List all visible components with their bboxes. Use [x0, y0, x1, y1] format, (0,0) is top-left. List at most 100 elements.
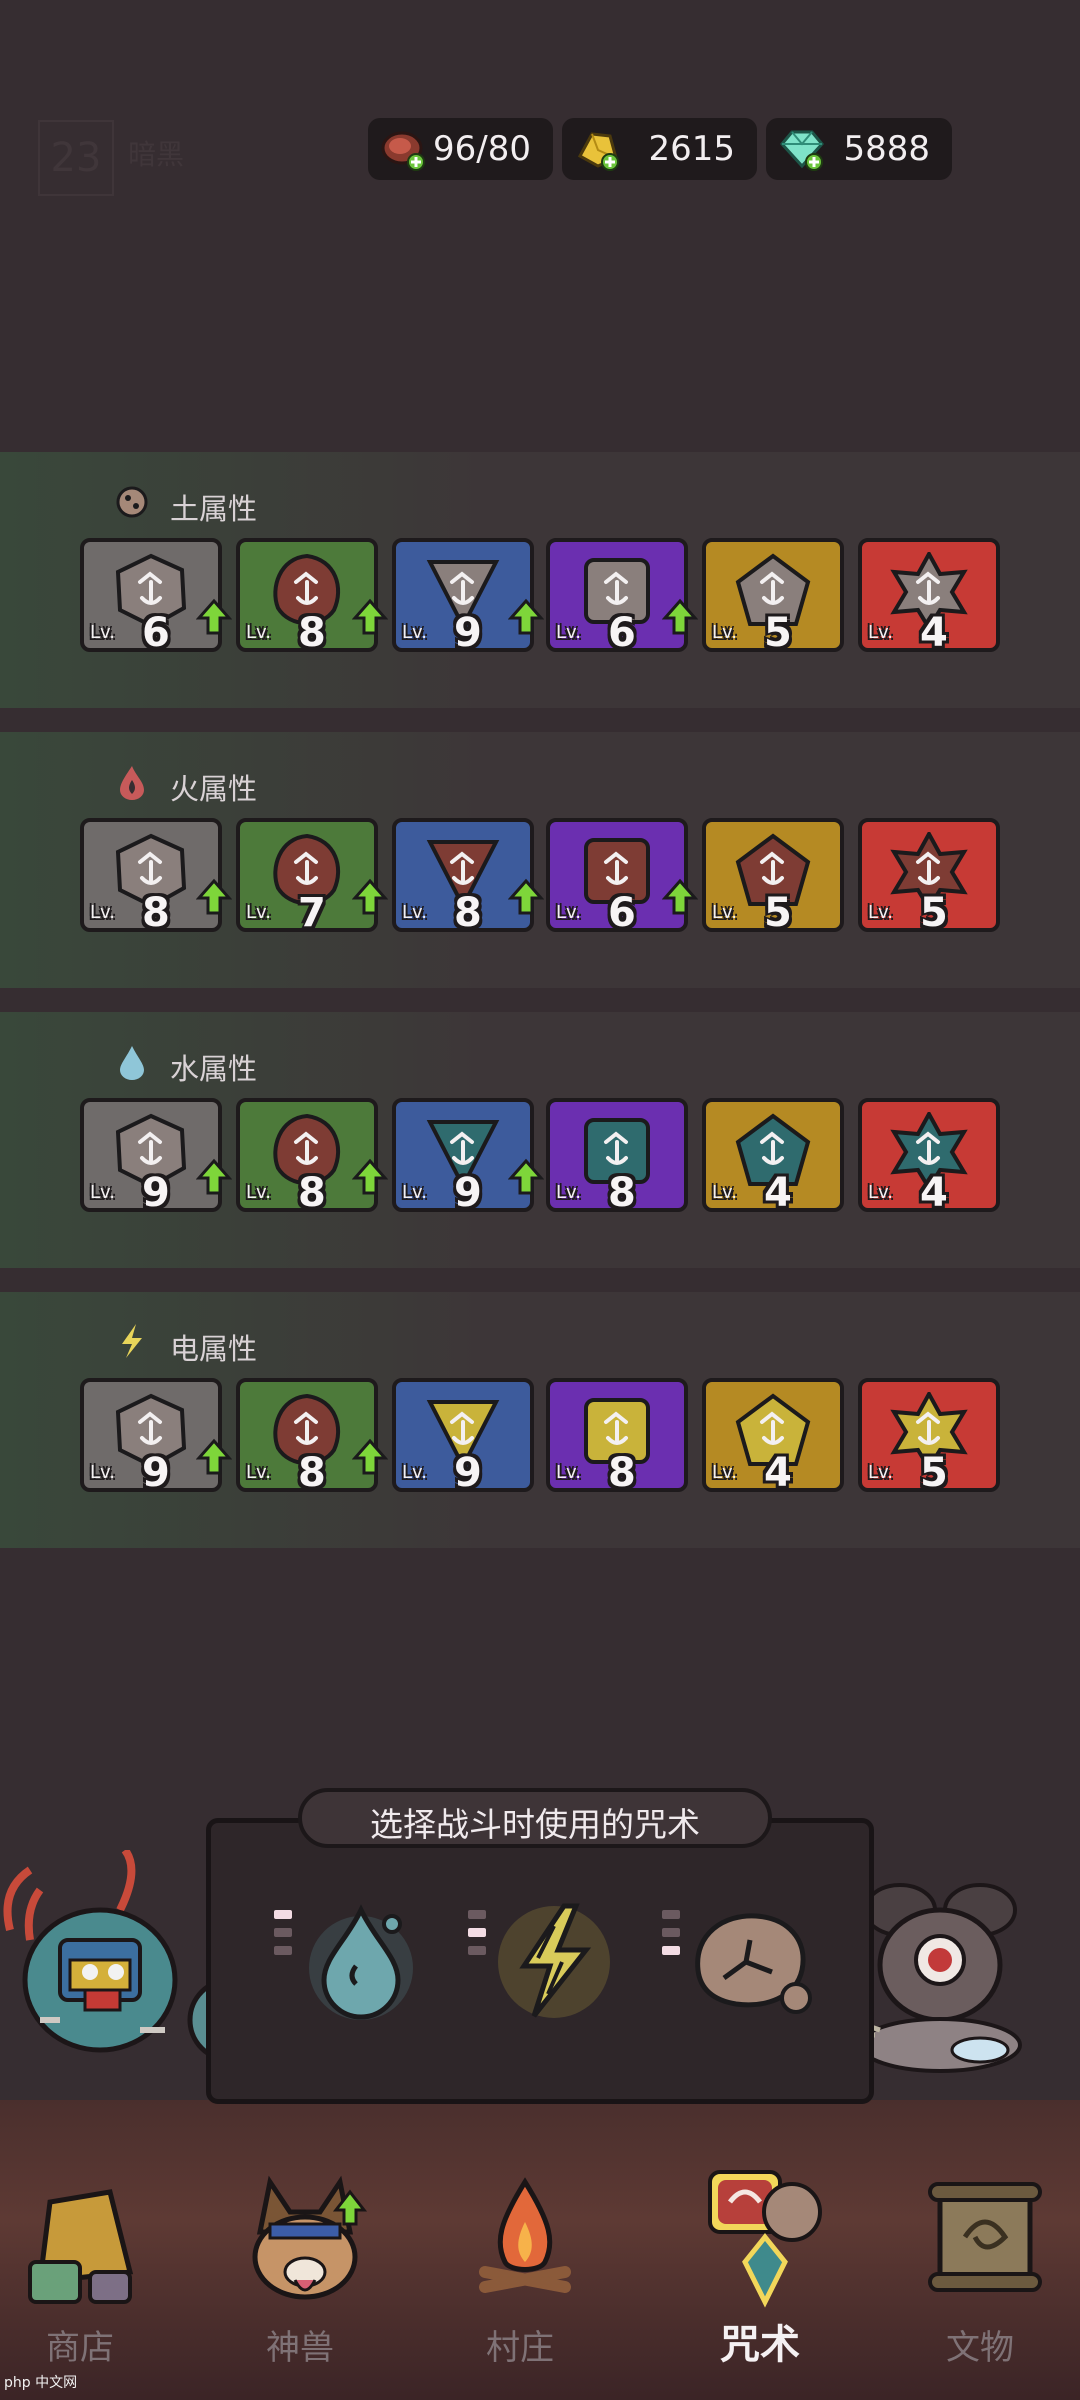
gem-icon [780, 130, 824, 171]
lightning-icon[interactable] [494, 1896, 614, 2026]
spell-card[interactable]: Lv. 5 [858, 818, 1000, 936]
scroll-icon [928, 2182, 1042, 2292]
level-number: 4 [920, 1170, 948, 1216]
level-prefix: Lv. [402, 902, 428, 923]
level-prefix: Lv. [246, 1462, 272, 1483]
nav-spell-label: 咒术 [720, 2322, 800, 2368]
water-drop-icon[interactable] [306, 1896, 416, 2026]
pip [274, 1946, 292, 1955]
spell-card[interactable]: Lv. 9 [392, 538, 544, 656]
spell-card[interactable]: Lv. 8 [392, 818, 544, 936]
spell-section-3: 水属性 Lv. 9 Lv. 8 Lv. 9 Lv. 8 Lv. 4 Lv. 4 [0, 1012, 1080, 1268]
level-number: 8 [298, 1450, 326, 1496]
pip [468, 1946, 486, 1955]
upgrade-arrow-icon[interactable] [662, 598, 698, 636]
spell-card[interactable]: Lv. 5 [702, 538, 844, 656]
spell-card[interactable]: Lv. 4 [702, 1378, 844, 1496]
spell-panel-title: 选择战斗时使用的咒术 [370, 1805, 700, 1844]
spell-card[interactable]: Lv. 7 [236, 818, 388, 936]
upgrade-arrow-icon[interactable] [508, 878, 544, 916]
level-number: 5 [920, 890, 948, 936]
upgrade-arrow-icon[interactable] [352, 598, 388, 636]
level-prefix: Lv. [402, 1182, 428, 1203]
spell-card[interactable]: Lv. 9 [392, 1378, 534, 1496]
section-title: 土属性 [170, 492, 258, 526]
level-prefix: Lv. [556, 1462, 582, 1483]
spell-card[interactable]: Lv. 9 [392, 1098, 544, 1216]
slot-3-pips [662, 1910, 682, 1964]
level-prefix: Lv. [556, 622, 582, 643]
section-title: 水属性 [170, 1052, 258, 1086]
spell-card[interactable]: Lv. 4 [858, 538, 1000, 656]
level-prefix: Lv. [402, 622, 428, 643]
nav-village[interactable]: 村庄 [420, 2162, 620, 2400]
spell-card[interactable]: Lv. 8 [236, 538, 388, 656]
upgrade-arrow-icon[interactable] [352, 1158, 388, 1196]
pip [662, 1946, 680, 1955]
upgrade-arrow-icon[interactable] [508, 598, 544, 636]
spell-card[interactable]: Lv. 5 [702, 818, 844, 936]
level-number: 6 [608, 890, 636, 936]
spell-section-4: 电属性 Lv. 9 Lv. 8 Lv. 9 Lv. 8 Lv. 4 Lv. 5 [0, 1292, 1080, 1548]
upgrade-arrow-icon[interactable] [196, 1438, 232, 1476]
pip [662, 1910, 680, 1919]
level-prefix: Lv. [246, 1182, 272, 1203]
spell-card[interactable]: Lv. 6 [546, 818, 698, 936]
level-prefix: Lv. [712, 1182, 738, 1203]
meat-value: 96/80 [433, 129, 531, 169]
spell-card[interactable]: Lv. 5 [858, 1378, 1000, 1496]
level-number: 5 [920, 1450, 948, 1496]
nav-beast[interactable]: 神兽 [200, 2162, 400, 2400]
upgrade-arrow-icon[interactable] [508, 1158, 544, 1196]
upgrade-arrow-icon[interactable] [662, 878, 698, 916]
upgrade-arrow-icon[interactable] [352, 1438, 388, 1476]
nav-village-label: 村庄 [486, 2328, 554, 2368]
pip [274, 1910, 292, 1919]
gold-counter[interactable]: 2615 [562, 118, 757, 180]
level-prefix: Lv. [712, 622, 738, 643]
level-prefix: Lv. [556, 1182, 582, 1203]
slot-1-pips [274, 1910, 294, 1964]
nav-beast-label: 神兽 [266, 2328, 334, 2368]
pip [468, 1910, 486, 1919]
nav-spell[interactable]: 咒术 [660, 2162, 860, 2400]
level-prefix: Lv. [712, 902, 738, 923]
spell-card[interactable]: Lv. 6 [546, 538, 698, 656]
upgrade-arrow-icon[interactable] [352, 878, 388, 916]
level-prefix: Lv. [246, 622, 272, 643]
fire-element-icon [120, 766, 144, 800]
spell-card[interactable]: Lv. 4 [702, 1098, 844, 1216]
meat-icon [381, 131, 425, 171]
player-level: 23 [50, 135, 102, 181]
spell-card[interactable]: Lv. 9 [80, 1098, 232, 1216]
upgrade-arrow-icon[interactable] [196, 878, 232, 916]
spell-card[interactable]: Lv. 6 [80, 538, 232, 656]
water-element-icon [120, 1046, 144, 1080]
spell-card[interactable]: Lv. 8 [80, 818, 232, 936]
level-prefix: Lv. [868, 902, 894, 923]
level-number: 8 [608, 1170, 636, 1216]
upgrade-arrow-icon[interactable] [196, 598, 232, 636]
rock-icon[interactable] [684, 1900, 824, 2020]
nav-relic[interactable]: 文物 [880, 2162, 1080, 2400]
spell-card[interactable]: Lv. 8 [546, 1378, 688, 1496]
meat-counter[interactable]: 96/80 [368, 118, 553, 180]
pip [662, 1928, 680, 1937]
player-rank-text: 暗黑 [128, 138, 185, 171]
nav-shop[interactable]: 商店 [0, 2162, 180, 2400]
nav-relic-label: 文物 [946, 2328, 1014, 2368]
level-number: 8 [298, 610, 326, 656]
level-prefix: Lv. [556, 902, 582, 923]
spell-card[interactable]: Lv. 8 [546, 1098, 688, 1216]
gold-icon [577, 132, 619, 171]
spell-card[interactable]: Lv. 4 [858, 1098, 1000, 1216]
level-number: 9 [142, 1170, 170, 1216]
level-prefix: Lv. [246, 902, 272, 923]
gem-counter[interactable]: 5888 [766, 118, 952, 180]
spell-card[interactable]: Lv. 8 [236, 1378, 388, 1496]
upgrade-arrow-icon[interactable] [196, 1158, 232, 1196]
spell-card[interactable]: Lv. 8 [236, 1098, 388, 1216]
level-number: 4 [764, 1170, 792, 1216]
level-number: 8 [608, 1450, 636, 1496]
spell-card[interactable]: Lv. 9 [80, 1378, 232, 1496]
